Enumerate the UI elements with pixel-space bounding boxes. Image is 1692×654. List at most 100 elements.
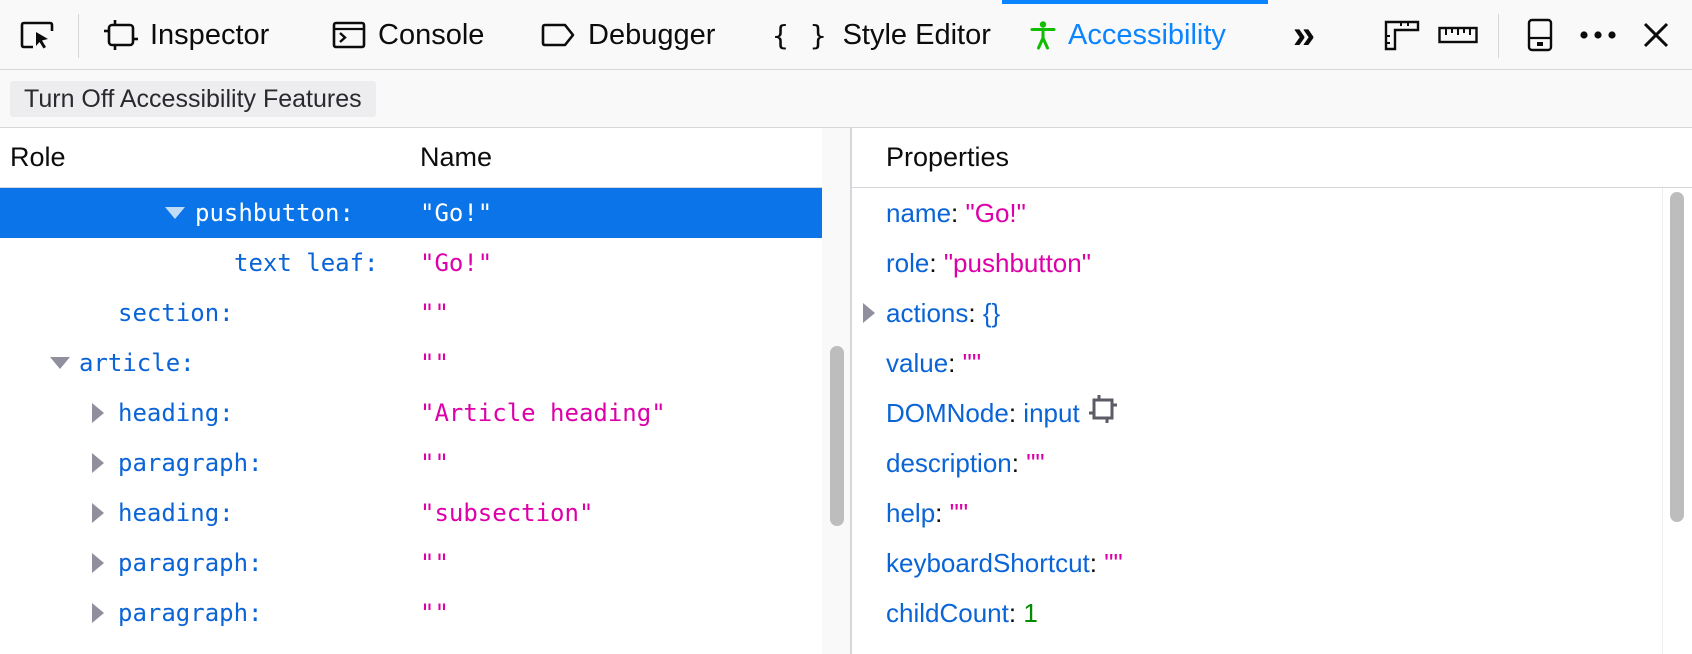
tree-row[interactable]: pushbutton: "Go!" [0,188,822,238]
devtools-toolbar: Inspector Console Debugger { } Style Edi… [0,0,1692,70]
property-row[interactable]: help: "" [852,488,1652,538]
property-value: "" [962,348,982,378]
dock-options-button[interactable] [1518,0,1562,70]
property-key: help [886,498,936,528]
properties-header: Properties [852,128,1692,188]
element-picker-icon [20,21,54,49]
tree-row-name: "" [420,449,449,477]
property-row[interactable]: DOMNode: input [852,388,1652,438]
property-colon: : [929,248,937,278]
property-colon: : [1089,548,1098,578]
tab-console[interactable]: Console [332,0,484,70]
property-colon: : [1008,398,1017,428]
tree-row-role: article: [79,349,195,377]
dock-icon [1527,18,1553,52]
tree-row[interactable]: paragraph: "" [0,588,822,638]
tree-row[interactable]: paragraph: "" [0,538,822,588]
property-row[interactable]: name: "Go!" [852,188,1652,238]
tree-row-name: "" [420,599,449,627]
chevron-double-right-icon: » [1292,13,1316,57]
property-row[interactable]: actions: {} [852,288,1652,338]
tree-row-name: "subsection" [420,499,594,527]
accessibility-toolbar: Turn Off Accessibility Features [0,70,1692,128]
style-editor-icon: { } [772,18,829,52]
property-value: 1 [1023,598,1038,628]
tree-row-name: "" [420,299,449,327]
tree-row-role: section: [118,299,234,327]
property-row[interactable]: keyboardShortcut: "" [852,538,1652,588]
measure-button[interactable] [1380,0,1424,70]
tree-row-role: text leaf: [234,249,379,277]
tree-row-role: pushbutton: [195,199,354,227]
tree-row[interactable]: heading: "subsection" [0,488,822,538]
tab-debugger-label: Debugger [588,18,716,51]
property-row[interactable]: role: "pushbutton" [852,238,1652,288]
tree-row[interactable]: heading: "Article heading" [0,388,822,438]
collapsed-triangle-icon[interactable] [91,438,105,488]
property-key: description [886,448,1012,478]
toolbar-separator [78,14,79,58]
property-value: "" [949,498,969,528]
role-column-header[interactable]: Role [10,142,66,173]
more-options-button[interactable] [1574,0,1622,70]
collapsed-triangle-icon[interactable] [91,488,105,538]
property-colon: : [951,198,959,228]
select-node-icon[interactable] [1088,390,1118,440]
collapsed-triangle-icon[interactable] [91,588,105,638]
tree-row-role: heading: [118,499,234,527]
property-value[interactable]: input [1023,398,1079,428]
tab-console-label: Console [378,18,485,51]
property-colon: : [1011,448,1019,478]
property-key: role [886,248,930,278]
tab-accessibility-label: Accessibility [1068,18,1226,51]
accessibility-icon [1030,21,1056,50]
collapsed-triangle-icon[interactable] [91,388,105,438]
properties-scrollbar-thumb[interactable] [1670,192,1684,522]
tabs-overflow-button[interactable]: » [1282,0,1326,70]
tree-row[interactable]: section: "" [0,288,822,338]
tree-row-name: "" [420,549,449,577]
property-key: name [886,198,952,228]
property-colon: : [948,348,956,378]
property-row[interactable]: childCount: 1 [852,588,1652,638]
property-row[interactable]: description: "" [852,438,1652,488]
tree-row-name: "Go!" [420,199,493,227]
expanded-triangle-icon[interactable] [164,188,186,238]
tab-accessibility[interactable]: Accessibility [1002,0,1268,70]
tree-scrollbar-thumb[interactable] [830,346,844,526]
property-key: actions [886,298,969,328]
property-colon: : [1008,598,1017,628]
property-key: DOMNode [886,398,1009,428]
properties-list: name: "Go!" role: "pushbutton" actions: … [852,188,1652,654]
more-options-icon [1580,31,1616,39]
tree-row[interactable]: article: "" [0,338,822,388]
close-devtools-button[interactable] [1634,0,1678,70]
tree-row-role: paragraph: [118,449,263,477]
property-key: value [886,348,949,378]
ruler-icon [1438,26,1478,44]
turn-off-accessibility-button[interactable]: Turn Off Accessibility Features [10,81,376,117]
collapsed-triangle-icon[interactable] [862,288,876,338]
toolbar-separator [1498,14,1499,58]
tab-debugger[interactable]: Debugger [540,0,715,70]
close-icon [1643,22,1669,48]
element-picker-button[interactable] [14,0,62,70]
measure-icon [1384,20,1420,51]
property-value: {} [982,298,1001,328]
collapsed-triangle-icon[interactable] [91,538,105,588]
tree-row[interactable]: text leaf: "Go!" [0,238,822,288]
property-row[interactable]: value: "" [852,338,1652,388]
property-value: "" [1104,548,1123,578]
expanded-triangle-icon[interactable] [49,338,71,388]
tab-inspector[interactable]: Inspector [104,0,269,70]
tree-row-name: "" [420,349,449,377]
tab-style-editor-label: Style Editor [842,18,991,51]
property-value: "pushbutton" [943,248,1091,278]
console-icon [332,21,366,49]
tree-row[interactable]: paragraph: "" [0,438,822,488]
tab-inspector-label: Inspector [150,18,270,51]
name-column-header[interactable]: Name [420,142,492,173]
properties-title: Properties [886,142,1010,172]
tab-style-editor[interactable]: { } Style Editor [772,0,991,70]
rulers-button[interactable] [1434,0,1482,70]
